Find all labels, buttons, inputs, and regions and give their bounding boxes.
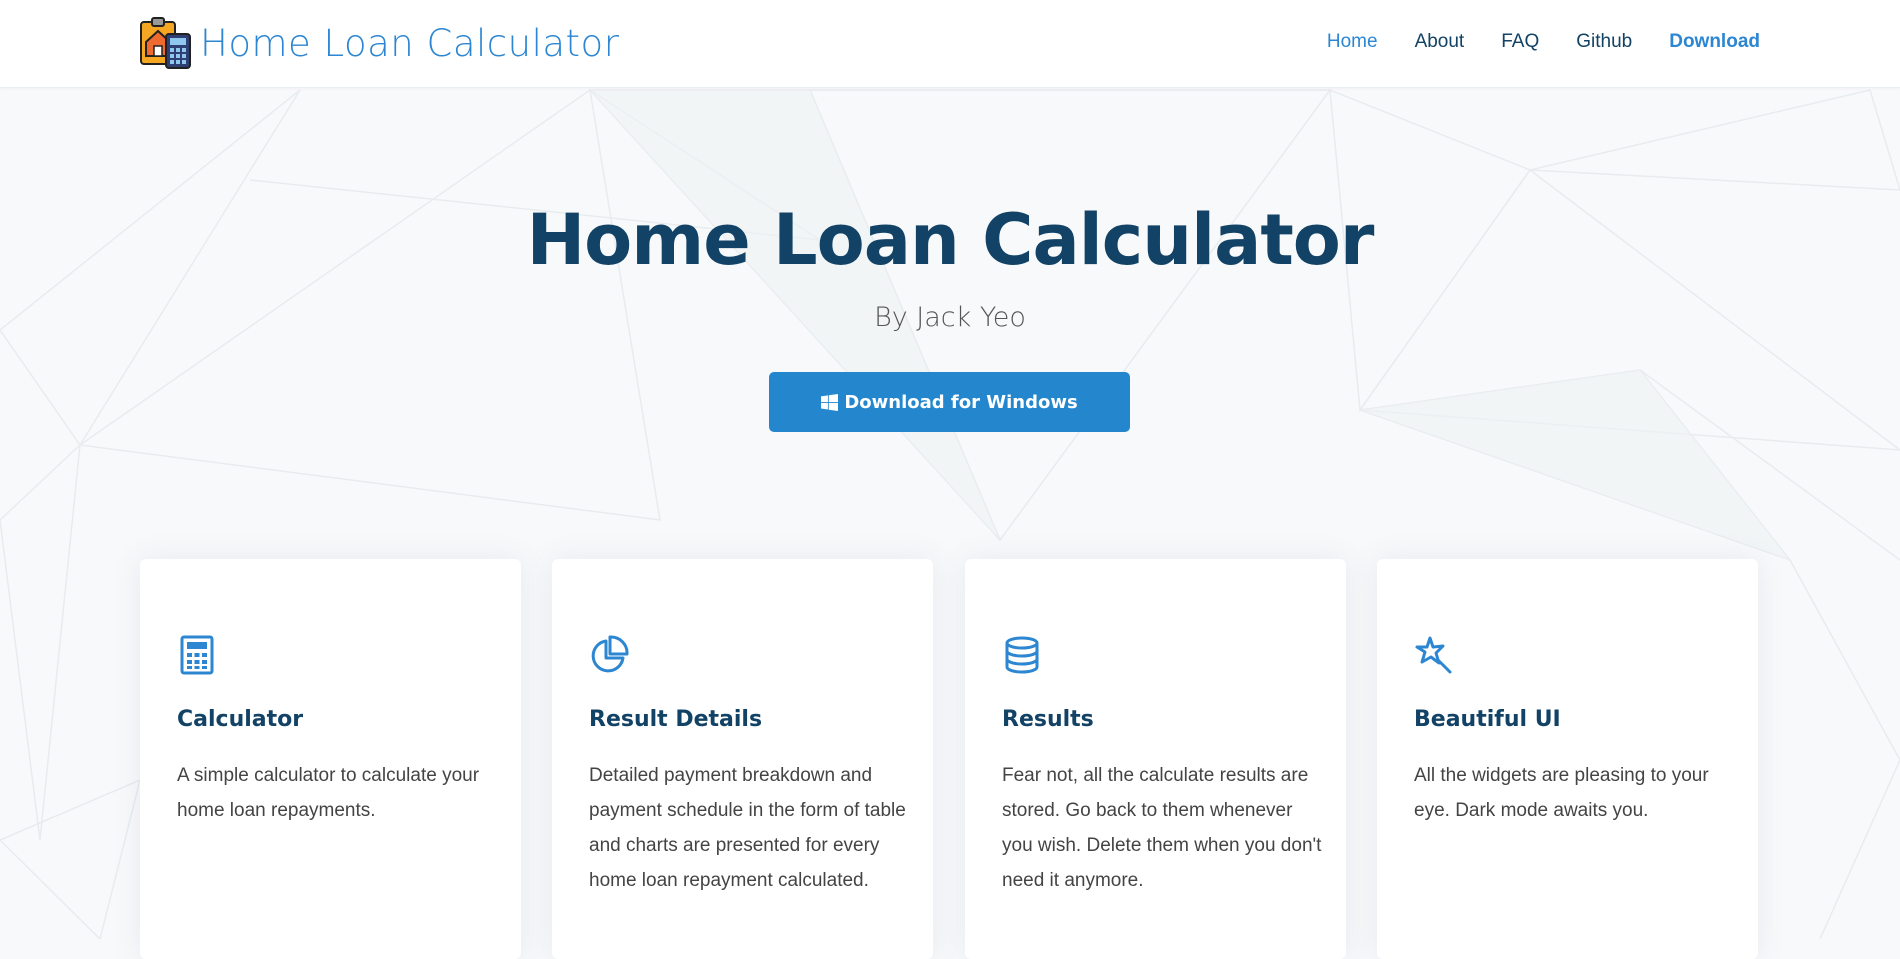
- card-title: Beautiful UI: [1414, 707, 1561, 732]
- feature-card-beautiful-ui: Beautiful UI All the widgets are pleasin…: [1377, 559, 1758, 959]
- calculator-icon: [180, 635, 214, 675]
- brand[interactable]: Home Loan Calculator: [138, 16, 619, 70]
- card-description: A simple calculator to calculate your ho…: [177, 765, 480, 821]
- download-windows-button[interactable]: Download for Windows: [769, 372, 1130, 432]
- top-navbar: Home Loan Calculator Home About FAQ Gith…: [0, 0, 1900, 88]
- card-description: All the widgets are pleasing to your eye…: [1414, 765, 1709, 821]
- nav-faq[interactable]: FAQ: [1501, 31, 1539, 53]
- windows-icon: [821, 393, 839, 411]
- hero-subtitle: By Jack Yeo: [874, 302, 1026, 333]
- main-nav: Home About FAQ Github Download: [1327, 31, 1760, 53]
- database-icon: [1005, 636, 1039, 674]
- hero-title: Home Loan Calculator: [526, 199, 1375, 281]
- nav-about[interactable]: About: [1415, 31, 1465, 53]
- pie-chart-icon: [591, 635, 629, 673]
- brand-name: Home Loan Calculator: [200, 21, 620, 65]
- card-title: Results: [1002, 707, 1094, 732]
- nav-download[interactable]: Download: [1669, 31, 1760, 53]
- nav-github[interactable]: Github: [1576, 31, 1632, 53]
- feature-card-calculator: Calculator A simple calculator to calcul…: [140, 559, 521, 959]
- card-title: Result Details: [589, 707, 763, 732]
- feature-card-result-details: Result Details Detailed payment breakdow…: [552, 559, 933, 959]
- house-calculator-logo-icon: [140, 17, 191, 69]
- nav-home[interactable]: Home: [1327, 31, 1378, 53]
- download-button-label: Download for Windows: [844, 391, 1078, 413]
- feature-card-results: Results Fear not, all the calculate resu…: [965, 559, 1346, 959]
- card-description: Detailed payment breakdown and payment s…: [589, 765, 906, 891]
- card-title: Calculator: [177, 707, 304, 732]
- card-description: Fear not, all the calculate results are …: [1002, 765, 1322, 891]
- magic-star-icon: [1415, 636, 1452, 674]
